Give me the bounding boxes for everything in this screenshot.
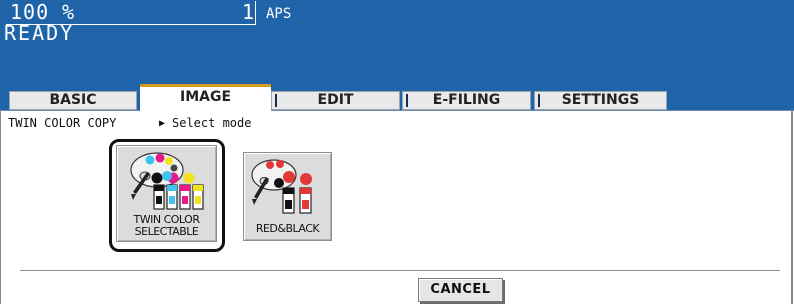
paper-mode: APS [266, 6, 292, 22]
tab-image[interactable]: IMAGE [140, 84, 271, 111]
tab-e-filing-marker [406, 94, 408, 107]
footer-divider [20, 270, 780, 271]
red-black-label: RED&BLACK [255, 222, 320, 235]
tab-settings[interactable]: SETTINGS [534, 91, 667, 110]
tab-edit-marker [275, 94, 277, 107]
tab-settings-marker [538, 94, 540, 107]
palette-multicolor-icon [130, 152, 204, 210]
tab-e-filing[interactable]: E-FILING [402, 91, 531, 110]
breadcrumb-page: Select mode [172, 116, 252, 130]
zoom-ratio-unit: % [62, 0, 75, 24]
tab-edit[interactable]: EDIT [271, 91, 400, 110]
tab-basic[interactable]: BASIC [9, 91, 137, 110]
content-border-right [791, 111, 793, 304]
status-separator [255, 1, 256, 24]
cancel-button[interactable]: CANCEL [418, 278, 503, 302]
copy-quantity: 1 [241, 0, 254, 24]
content-border-left [0, 111, 1, 304]
twin-color-selectable-button[interactable]: TWIN COLOR SELECTABLE [116, 145, 217, 242]
zoom-ratio-value: 100 [10, 0, 50, 24]
status-underline [6, 24, 256, 25]
breadcrumb-section: TWIN COLOR COPY [8, 116, 117, 130]
status-panel [0, 0, 794, 88]
twin-color-label-line2: SELECTABLE [134, 225, 199, 238]
tab-e-filing-label: E-FILING [432, 92, 501, 108]
tab-edit-label: EDIT [317, 92, 354, 108]
tab-basic-label: BASIC [49, 92, 97, 108]
red-and-black-button[interactable]: RED&BLACK [243, 152, 332, 241]
machine-status: READY [4, 21, 75, 45]
palette-red-black-icon [251, 159, 312, 214]
tab-settings-label: SETTINGS [561, 92, 640, 108]
tab-image-label: IMAGE [179, 89, 232, 105]
breadcrumb-arrow-icon: ▶ [159, 118, 166, 129]
twin-color-label-line1: TWIN COLOR [133, 213, 200, 226]
